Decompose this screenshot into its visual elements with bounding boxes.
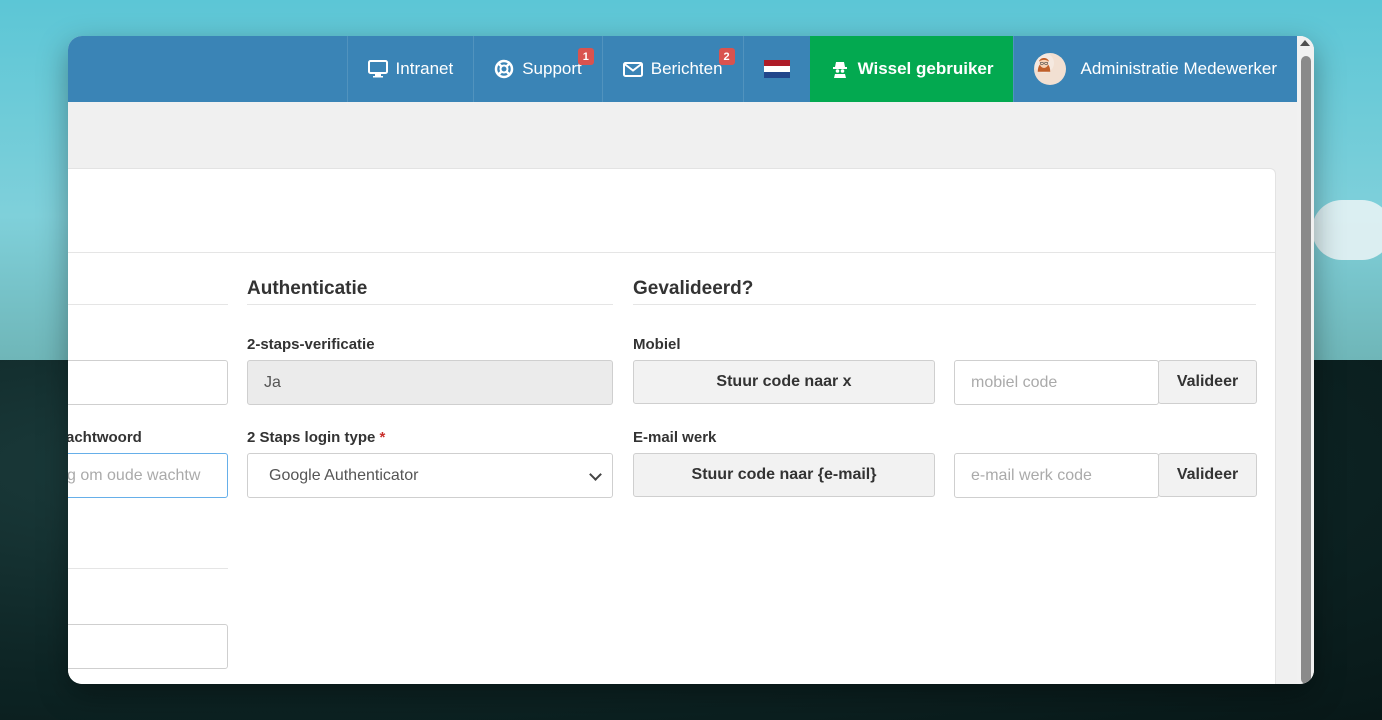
background-cloud	[1312, 200, 1382, 260]
required-marker: *	[379, 429, 386, 446]
two-step-label: 2-staps-verificatie	[247, 336, 375, 353]
scroll-thumb[interactable]	[1301, 56, 1311, 684]
two-step-field: Ja	[247, 360, 613, 405]
login-type-select[interactable]: Google Authenticator	[247, 453, 613, 498]
left-section-divider	[68, 304, 228, 305]
user-secret-icon	[832, 62, 847, 78]
nav-intranet-label: Intranet	[395, 59, 454, 78]
user-name: Administratie Medewerker	[1080, 59, 1277, 78]
envelope-icon	[622, 62, 643, 77]
card-header	[68, 169, 1275, 253]
user-menu[interactable]: Administratie Medewerker	[1013, 36, 1297, 102]
scroll-up-arrow-icon[interactable]	[1300, 40, 1310, 46]
validate-mobile-button[interactable]: Valideer	[1158, 360, 1257, 404]
login-type-label-text: 2 Staps login type	[247, 429, 376, 446]
messages-badge: 2	[718, 48, 735, 65]
settings-card: achtwoord g om oude wachtw Authenticatie…	[68, 168, 1276, 684]
authentication-title: Authenticatie	[247, 278, 368, 299]
left-input-3[interactable]	[68, 624, 228, 669]
page-scrollbar[interactable]	[1297, 36, 1314, 684]
avatar	[1034, 53, 1067, 85]
left-section-divider-2	[68, 568, 228, 569]
send-email-code-button[interactable]: Stuur code naar {e-mail}	[633, 453, 935, 497]
validate-email-button[interactable]: Valideer	[1158, 453, 1257, 497]
password-label: achtwoord	[68, 429, 142, 446]
email-code-input[interactable]: e-mail werk code	[954, 453, 1159, 498]
validated-title: Gevalideerd?	[633, 278, 754, 299]
nav-messages-label: Berichten	[650, 59, 723, 78]
email-label: E-mail werk	[633, 429, 717, 446]
authentication-divider	[247, 304, 613, 305]
language-flag-button[interactable]	[742, 36, 810, 102]
switch-user-button[interactable]: Wissel gebruiker	[809, 36, 1014, 102]
mobile-code-input[interactable]: mobiel code	[954, 360, 1159, 405]
mobile-label: Mobiel	[633, 336, 681, 353]
nav-support-label: Support	[522, 59, 582, 78]
validated-divider	[633, 304, 1256, 305]
chevron-down-icon	[589, 468, 602, 481]
monitor-icon	[367, 60, 388, 78]
nav-messages[interactable]: Berichten 2	[601, 36, 743, 102]
lifebuoy-icon	[494, 59, 514, 79]
nav-support[interactable]: Support 1	[473, 36, 602, 102]
login-type-label: 2 Staps login type *	[247, 429, 385, 446]
switch-user-label: Wissel gebruiker	[857, 59, 994, 78]
avatar-face-icon	[1034, 53, 1055, 73]
top-navbar: Intranet Support 1 Berichten 2 Wissel ge…	[68, 36, 1297, 102]
browser-window: Intranet Support 1 Berichten 2 Wissel ge…	[68, 36, 1314, 684]
dutch-flag-icon	[763, 60, 790, 78]
old-password-input[interactable]: g om oude wachtw	[68, 453, 228, 498]
send-mobile-code-button[interactable]: Stuur code naar x	[633, 360, 935, 404]
login-type-value: Google Authenticator	[269, 466, 419, 484]
left-input-1[interactable]	[68, 360, 228, 405]
support-badge: 1	[577, 48, 594, 65]
nav-intranet[interactable]: Intranet	[346, 36, 474, 102]
